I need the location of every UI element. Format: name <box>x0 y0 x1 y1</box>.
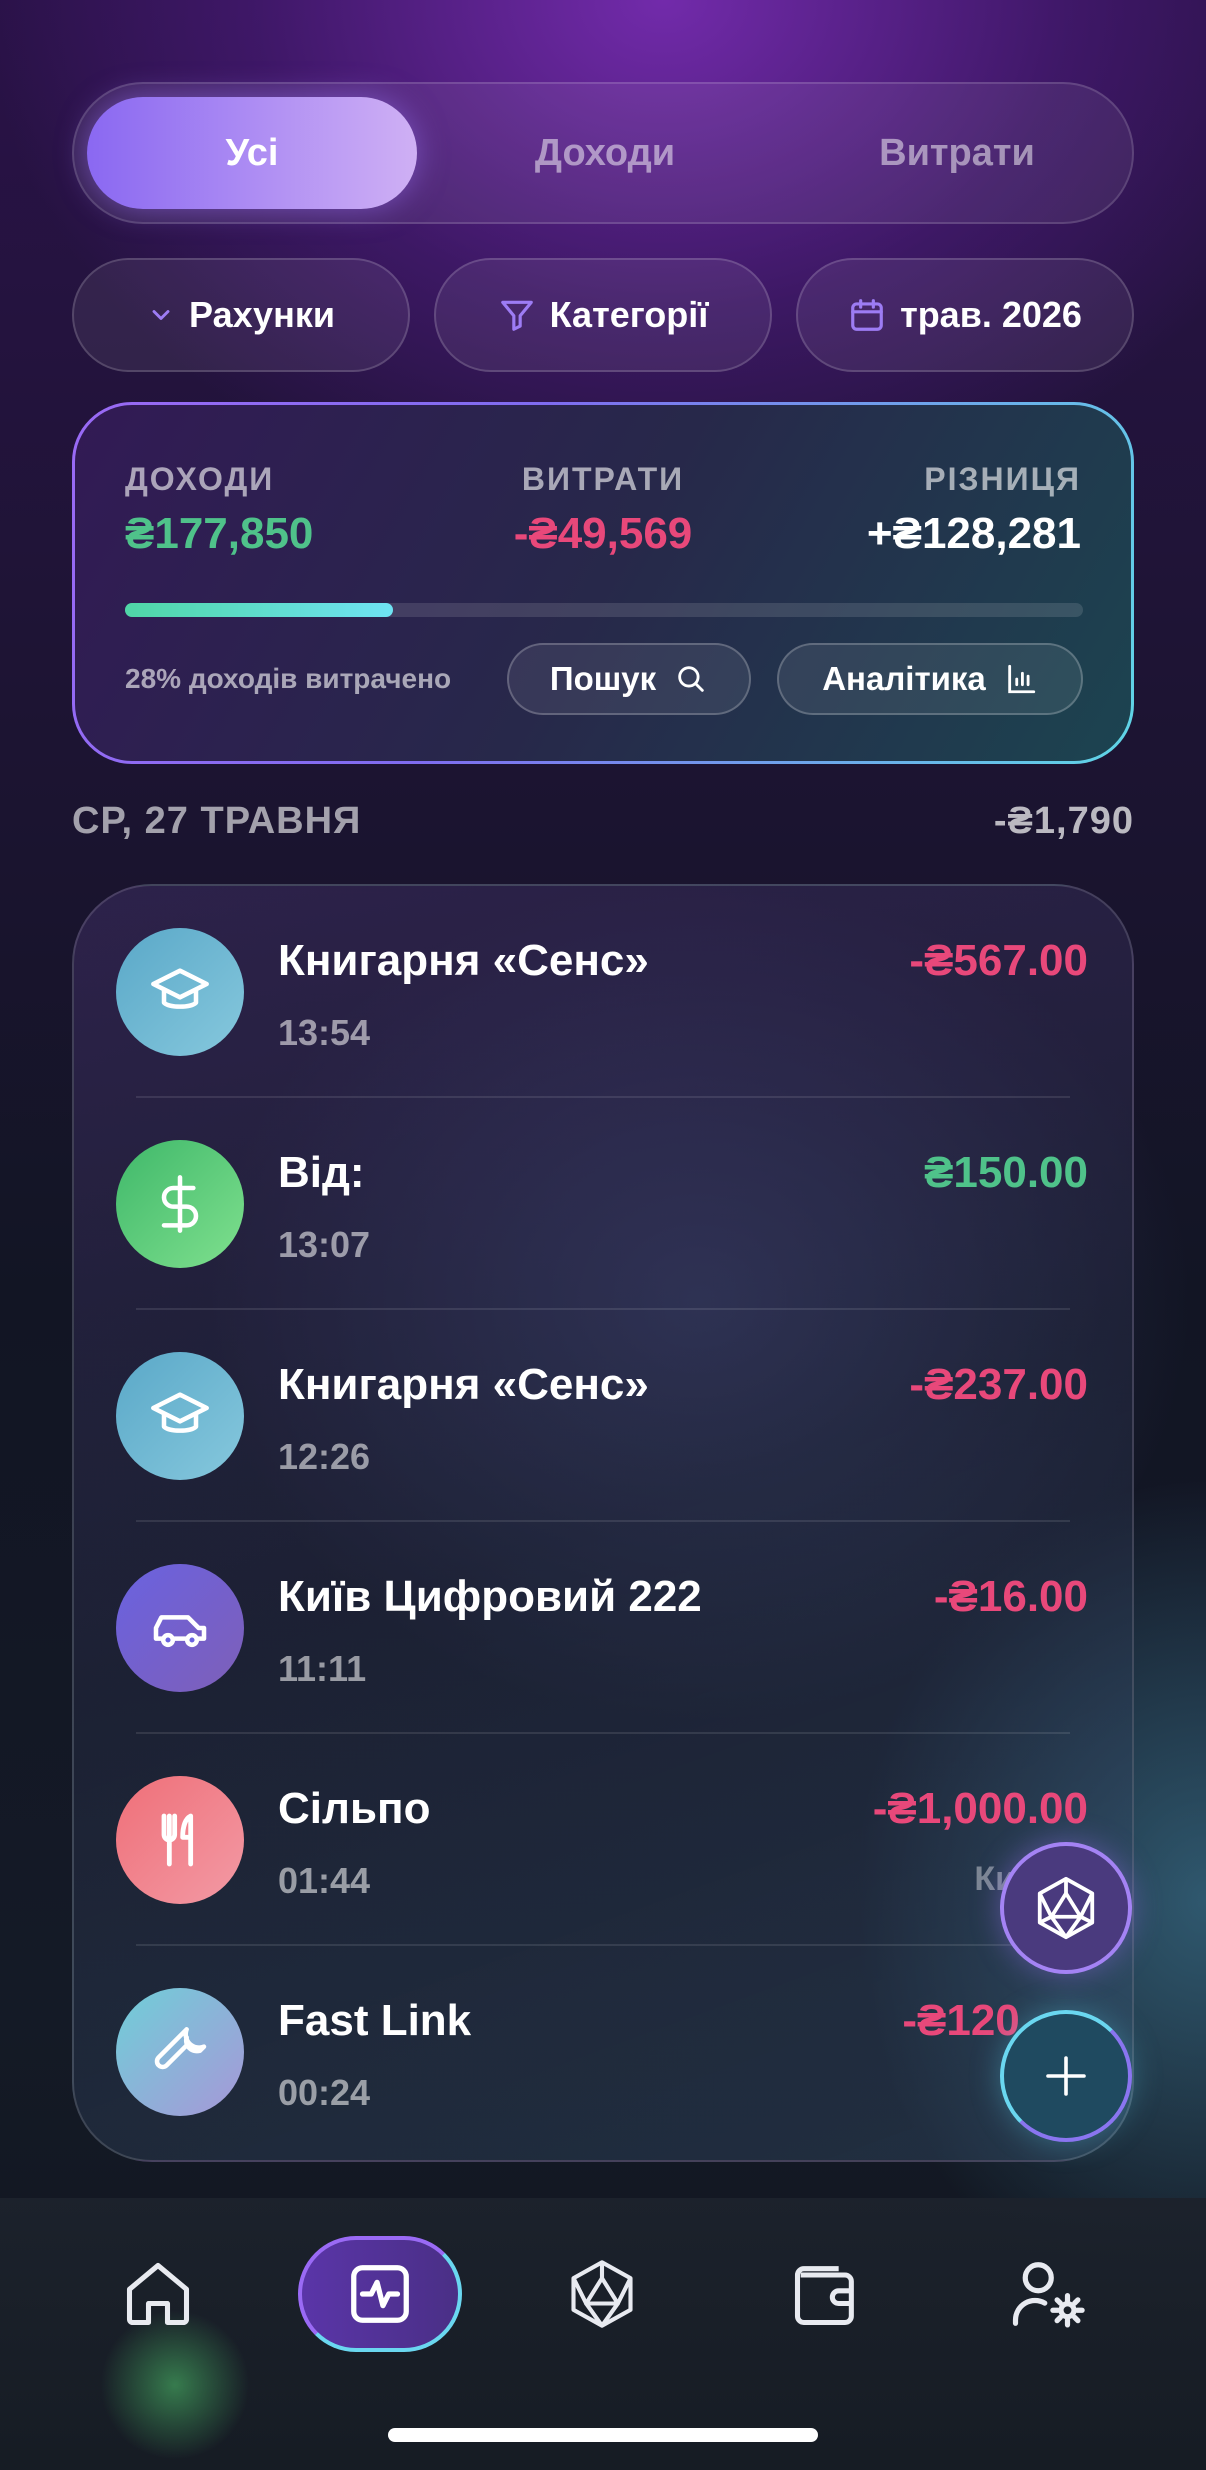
graduation-cap-icon <box>116 928 244 1056</box>
home-icon <box>126 2262 190 2326</box>
categories-filter-button[interactable]: Категорії <box>434 258 772 372</box>
transaction-name: Сільпо <box>278 1784 431 1833</box>
transaction-row[interactable]: Fast Link 00:24 -₴120. <box>74 1946 1132 2158</box>
ai-icon <box>1037 1876 1095 1940</box>
home-indicator <box>388 2428 818 2442</box>
transaction-amount: -₴237.00 <box>909 1360 1088 1409</box>
tab-all[interactable]: Усі <box>87 97 417 209</box>
fork-knife-icon <box>116 1776 244 1904</box>
nav-profile-settings[interactable] <box>966 2236 1130 2352</box>
search-button-label: Пошук <box>549 660 657 697</box>
accounts-filter-button[interactable]: Рахунки <box>72 258 410 372</box>
transaction-list: Книгарня «Сенс» 13:54 -₴567.00 Від: 13:0… <box>72 884 1134 2162</box>
transaction-name: Книгарня «Сенс» <box>278 936 649 985</box>
spent-progress-fill <box>125 603 394 617</box>
tab-income[interactable]: Доходи <box>440 97 770 209</box>
summary-card: ДОХОДИ ₴177,850 ВИТРАТИ -₴49,569 РІЗНИЦЯ… <box>72 402 1134 764</box>
transaction-amount: -₴567.00 <box>909 936 1088 985</box>
transaction-time: 12:26 <box>278 1436 371 1477</box>
transaction-name: Київ Цифровий 222 <box>278 1572 702 1621</box>
nav-wallet[interactable] <box>744 2236 908 2352</box>
add-transaction-button[interactable] <box>1000 2010 1132 2142</box>
accounts-filter-label: Рахунки <box>189 294 335 335</box>
transaction-row[interactable]: Від: 13:07 ₴150.00 <box>74 1098 1132 1310</box>
spent-progress-bar <box>125 603 1083 617</box>
transaction-amount: ₴150.00 <box>924 1148 1088 1197</box>
dollar-icon <box>116 1140 244 1268</box>
transaction-row[interactable]: Книгарня «Сенс» 12:26 -₴237.00 <box>74 1310 1132 1522</box>
nav-home[interactable] <box>76 2236 240 2352</box>
wallet-icon <box>794 2266 854 2326</box>
transaction-time: 13:54 <box>278 1012 371 1053</box>
bar-chart-icon <box>1008 664 1035 694</box>
car-icon <box>116 1564 244 1692</box>
day-total: -₴1,790 <box>993 800 1134 842</box>
analytics-button[interactable]: Аналітика <box>777 643 1083 715</box>
spent-percentage-text: 28% доходів витрачено <box>125 663 452 694</box>
analytics-button-label: Аналітика <box>822 660 986 697</box>
search-button[interactable]: Пошук <box>507 643 751 715</box>
transaction-name: Книгарня «Сенс» <box>278 1360 649 1409</box>
transaction-row[interactable]: Книгарня «Сенс» 13:54 -₴567.00 <box>74 886 1132 1098</box>
difference-total: +₴128,281 <box>866 509 1081 558</box>
transaction-time: 00:24 <box>278 2072 371 2113</box>
plus-icon <box>1046 2056 1086 2096</box>
ai-assistant-button[interactable] <box>1000 1842 1132 1974</box>
transaction-row[interactable]: Сільпо 01:44 -₴1,000.00 Ки <box>74 1734 1132 1946</box>
transaction-name: Від: <box>278 1148 365 1197</box>
transaction-amount: -₴16.00 <box>933 1572 1088 1621</box>
tab-expenses[interactable]: Витрати <box>792 97 1122 209</box>
nav-activity[interactable] <box>298 2236 462 2352</box>
user-settings-icon <box>1012 2262 1085 2328</box>
wrench-icon <box>116 1988 244 2116</box>
graduation-cap-icon <box>116 1352 244 1480</box>
transaction-name: Fast Link <box>278 1996 472 2045</box>
transaction-time: 11:11 <box>278 1648 367 1689</box>
period-filter-label: трав. 2026 <box>900 294 1082 335</box>
transaction-time: 13:07 <box>278 1224 371 1265</box>
day-date-label: СР, 27 ТРАВНЯ <box>72 800 362 842</box>
categories-filter-label: Категорії <box>549 294 709 335</box>
nav-ai[interactable] <box>520 2236 684 2352</box>
chevron-down-icon <box>152 310 170 320</box>
search-icon <box>678 666 704 692</box>
filter-icon <box>500 300 533 331</box>
difference-label: РІЗНИЦЯ <box>924 461 1081 497</box>
calendar-icon <box>851 299 883 331</box>
type-segmented-control: Усі Доходи Витрати <box>72 82 1134 224</box>
transaction-row[interactable]: Київ Цифровий 222 11:11 -₴16.00 <box>74 1522 1132 1734</box>
activity-icon <box>351 2265 409 2323</box>
period-filter-button[interactable]: трав. 2026 <box>796 258 1134 372</box>
transaction-time: 01:44 <box>278 1860 371 1901</box>
transaction-amount: -₴1,000.00 <box>872 1784 1088 1833</box>
ai-icon <box>571 2260 633 2328</box>
